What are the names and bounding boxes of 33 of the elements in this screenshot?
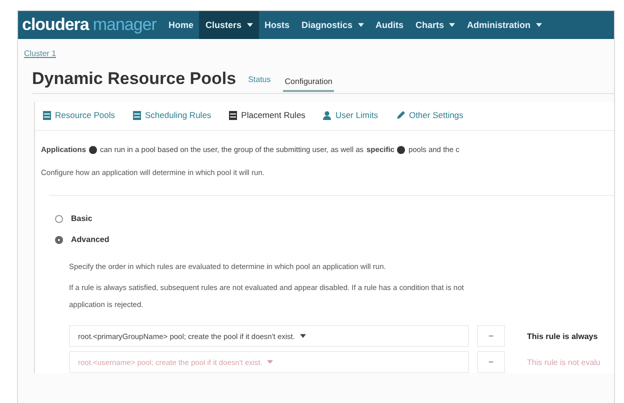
sub-tab[interactable]: Scheduling Rules	[131, 108, 214, 122]
nav-menu-item[interactable]: Home	[162, 11, 200, 39]
list-icon	[229, 110, 238, 120]
nav-menu-item[interactable]: Charts	[410, 11, 462, 39]
user-icon	[323, 110, 332, 120]
nav-menu-item[interactable]: Administration	[461, 11, 548, 39]
caret-icon	[300, 334, 306, 338]
sub-tab[interactable]: Resource Pools	[41, 108, 118, 122]
nav-menu-item[interactable]: Audits	[370, 11, 410, 39]
page-tab[interactable]: Status	[246, 70, 273, 88]
remove-button[interactable]: −	[477, 325, 505, 347]
radio-label: Basic	[71, 214, 92, 223]
list-icon	[43, 110, 51, 120]
pencil-icon	[396, 110, 405, 120]
rule-note: This rule is always	[527, 332, 598, 340]
help-icon[interactable]	[89, 146, 98, 154]
nav-menu-item[interactable]: Diagnostics	[296, 11, 370, 39]
page-tab[interactable]: Configuration	[282, 72, 334, 92]
logo[interactable]: cloudera manager	[22, 11, 156, 39]
help-icon[interactable]	[397, 146, 406, 154]
nav-menu-item[interactable]: Hosts	[258, 11, 296, 39]
nav-menu-item[interactable]: Clusters	[199, 11, 258, 39]
sub-tab[interactable]: Placement Rules	[227, 108, 308, 122]
radio-button[interactable]	[55, 214, 63, 222]
caret-icon	[267, 360, 274, 364]
page-title: Dynamic Resource Pools	[32, 69, 236, 89]
sub-tab[interactable]: Other Settings	[394, 108, 466, 122]
list-icon	[133, 110, 142, 120]
rule-note: This rule is not evalu	[527, 358, 600, 366]
breadcrumb-link[interactable]: Cluster 1	[24, 49, 56, 58]
sub-tab[interactable]: User Limits	[321, 108, 380, 122]
radio-label: Advanced	[71, 235, 110, 244]
radio-button[interactable]	[55, 236, 63, 244]
